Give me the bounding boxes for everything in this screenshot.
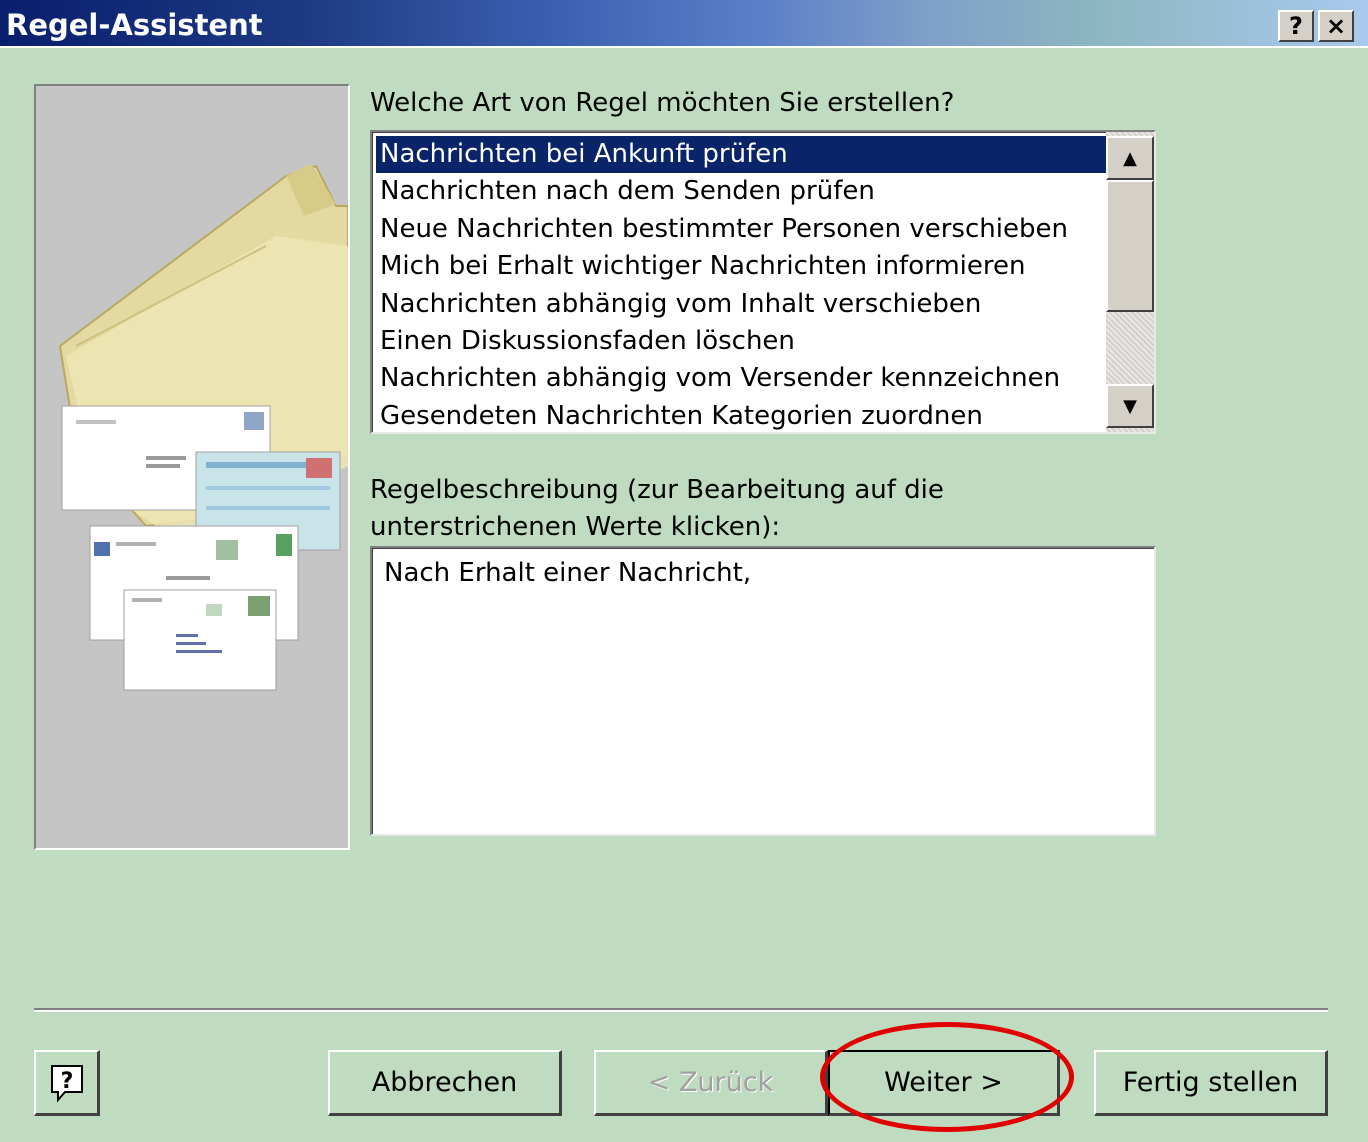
next-button-label: Weiter > [884, 1067, 1003, 1098]
wizard-illustration [34, 84, 350, 850]
list-item[interactable]: Mich bei Erhalt wichtiger Nachrichten in… [376, 248, 1106, 285]
arrow-down-icon: ▼ [1123, 395, 1137, 417]
list-item[interactable]: Neue Nachrichten bestimmter Personen ver… [376, 211, 1106, 248]
next-button[interactable]: Weiter > [828, 1050, 1060, 1116]
list-item[interactable]: Gesendeten Nachrichten Kategorien zuordn… [376, 398, 1106, 432]
list-item[interactable]: Nachrichten nach dem Senden prüfen [376, 173, 1106, 210]
close-button[interactable]: × [1318, 10, 1354, 42]
help-title-button[interactable]: ? [1278, 10, 1314, 42]
finish-button[interactable]: Fertig stellen [1094, 1050, 1328, 1116]
back-button[interactable]: < Zurück [594, 1050, 828, 1116]
arrow-up-icon: ▲ [1123, 147, 1137, 169]
context-help-button[interactable]: ? [34, 1050, 100, 1116]
svg-text:?: ? [60, 1069, 73, 1094]
title-bar[interactable]: Regel-Assistent ? × [0, 0, 1368, 48]
help-icon: ? [1289, 12, 1303, 40]
scroll-down-button[interactable]: ▼ [1106, 384, 1154, 428]
scroll-thumb[interactable] [1106, 180, 1154, 312]
cancel-button-label: Abbrechen [371, 1067, 518, 1098]
rule-type-listbox[interactable]: Nachrichten bei Ankunft prüfen Nachrichte… [370, 130, 1156, 434]
scroll-up-button[interactable]: ▲ [1106, 136, 1154, 180]
close-icon: × [1325, 12, 1347, 40]
rule-type-list[interactable]: Nachrichten bei Ankunft prüfen Nachrichte… [376, 136, 1106, 432]
list-item[interactable]: Nachrichten abhängig vom Inhalt verschie… [376, 286, 1106, 323]
window-title: Regel-Assistent [6, 8, 263, 42]
rule-description-text: Nach Erhalt einer Nachricht, [384, 558, 752, 588]
back-button-label: < Zurück [647, 1067, 774, 1098]
rule-description-label: Regelbeschreibung (zur Bearbeitung auf d… [370, 472, 1150, 546]
list-item[interactable]: Nachrichten abhängig vom Versender kennz… [376, 360, 1106, 397]
rule-description-label-line1: Regelbeschreibung (zur Bearbeitung auf d… [370, 475, 944, 505]
finish-button-label: Fertig stellen [1122, 1067, 1299, 1098]
list-item[interactable]: Einen Diskussionsfaden löschen [376, 323, 1106, 360]
help-balloon-icon: ? [50, 1064, 83, 1103]
cancel-button[interactable]: Abbrechen [328, 1050, 562, 1116]
rule-type-question: Welche Art von Regel möchten Sie erstell… [370, 88, 955, 118]
footer-separator [34, 1008, 1328, 1012]
list-item[interactable]: Nachrichten bei Ankunft prüfen [376, 136, 1106, 174]
rule-description-label-line2: unterstrichenen Werte klicken): [370, 512, 781, 542]
vertical-scrollbar[interactable]: ▲ ▼ [1106, 132, 1154, 432]
rule-description-box[interactable]: Nach Erhalt einer Nachricht, [370, 546, 1156, 836]
folder-envelopes-illustration [58, 164, 348, 691]
